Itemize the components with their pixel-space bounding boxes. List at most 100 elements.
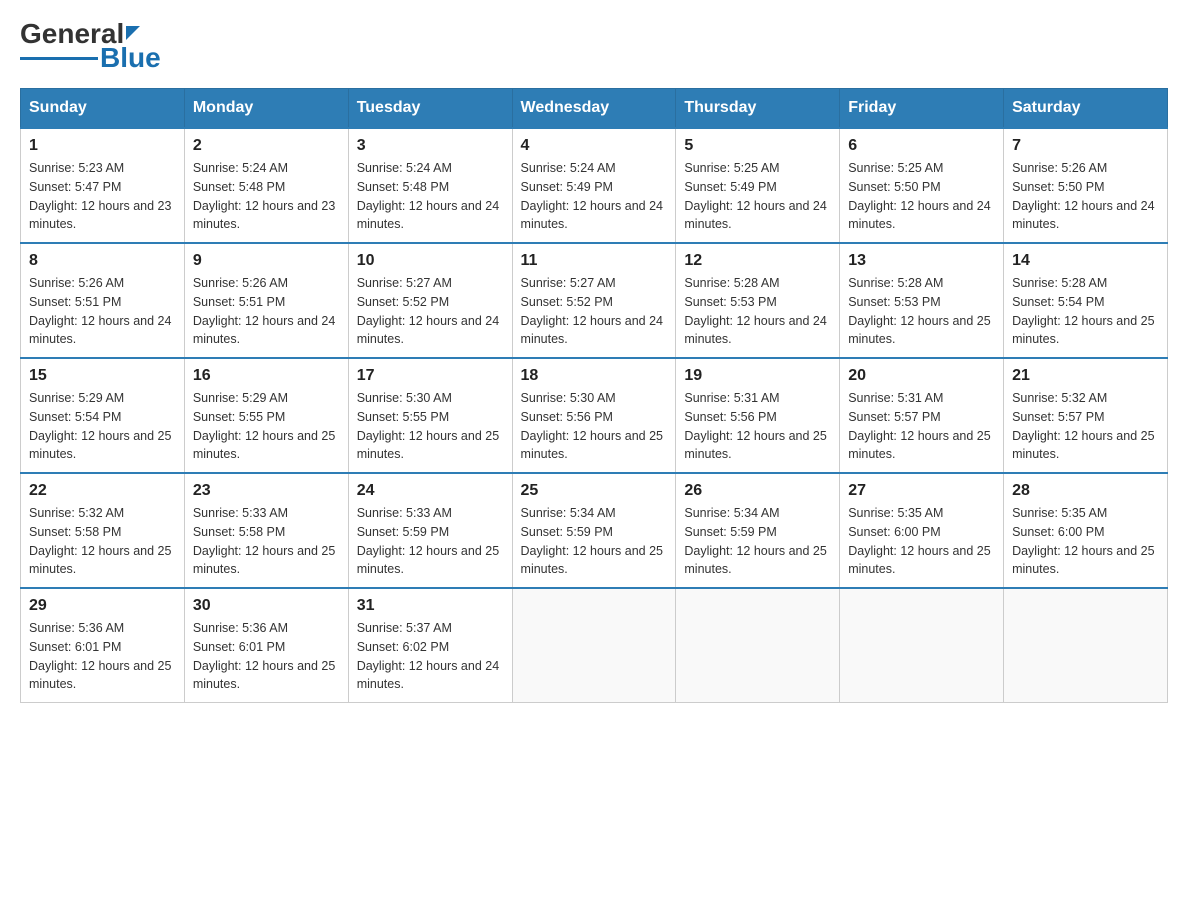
calendar-cell: 6Sunrise: 5:25 AMSunset: 5:50 PMDaylight… (840, 128, 1004, 243)
day-number: 23 (193, 482, 340, 500)
logo-text-blue: Blue (100, 44, 161, 72)
day-info: Sunrise: 5:35 AMSunset: 6:00 PMDaylight:… (848, 504, 995, 579)
day-number: 18 (521, 367, 668, 385)
day-info: Sunrise: 5:33 AMSunset: 5:58 PMDaylight:… (193, 504, 340, 579)
calendar-cell: 10 Sunrise: 5:27 AMSunset: 5:52 PMDayligh… (348, 243, 512, 358)
day-info: Sunrise: 5:26 AMSunset: 5:51 PMDaylight:… (29, 274, 176, 349)
calendar-cell: 14 Sunrise: 5:28 AMSunset: 5:54 PMDayligh… (1004, 243, 1168, 358)
day-number: 12 (684, 252, 831, 270)
calendar-cell: 17 Sunrise: 5:30 AMSunset: 5:55 PMDayligh… (348, 358, 512, 473)
calendar-week-row-1: 1 Sunrise: 5:23 AMSunset: 5:47 PMDaylight… (21, 128, 1168, 243)
day-info: Sunrise: 5:28 AMSunset: 5:53 PMDaylight:… (848, 274, 995, 349)
calendar-cell: 9 Sunrise: 5:26 AMSunset: 5:51 PMDaylight… (184, 243, 348, 358)
day-info: Sunrise: 5:33 AMSunset: 5:59 PMDaylight:… (357, 504, 504, 579)
day-number: 22 (29, 482, 176, 500)
calendar-cell: 21Sunrise: 5:32 AMSunset: 5:57 PMDayligh… (1004, 358, 1168, 473)
calendar-header-monday: Monday (184, 89, 348, 129)
day-info: Sunrise: 5:25 AMSunset: 5:50 PMDaylight:… (848, 159, 995, 234)
calendar-cell: 4 Sunrise: 5:24 AMSunset: 5:49 PMDaylight… (512, 128, 676, 243)
calendar-cell: 24 Sunrise: 5:33 AMSunset: 5:59 PMDayligh… (348, 473, 512, 588)
day-info: Sunrise: 5:28 AMSunset: 5:54 PMDaylight:… (1012, 274, 1159, 349)
calendar-cell: 2 Sunrise: 5:24 AMSunset: 5:48 PMDaylight… (184, 128, 348, 243)
calendar-cell: 23 Sunrise: 5:33 AMSunset: 5:58 PMDayligh… (184, 473, 348, 588)
calendar-header-sunday: Sunday (21, 89, 185, 129)
calendar-cell: 12Sunrise: 5:28 AMSunset: 5:53 PMDayligh… (676, 243, 840, 358)
calendar-cell (676, 588, 840, 703)
calendar-cell: 26Sunrise: 5:34 AMSunset: 5:59 PMDayligh… (676, 473, 840, 588)
calendar-cell: 13 Sunrise: 5:28 AMSunset: 5:53 PMDayligh… (840, 243, 1004, 358)
day-number: 25 (521, 482, 668, 500)
calendar-week-row-4: 22 Sunrise: 5:32 AMSunset: 5:58 PMDayligh… (21, 473, 1168, 588)
day-info: Sunrise: 5:29 AMSunset: 5:55 PMDaylight:… (193, 389, 340, 464)
day-info: Sunrise: 5:26 AMSunset: 5:50 PMDaylight:… (1012, 159, 1159, 234)
day-info: Sunrise: 5:36 AMSunset: 6:01 PMDaylight:… (29, 619, 176, 694)
day-number: 7 (1012, 137, 1159, 155)
calendar-cell: 18 Sunrise: 5:30 AMSunset: 5:56 PMDayligh… (512, 358, 676, 473)
day-info: Sunrise: 5:30 AMSunset: 5:56 PMDaylight:… (521, 389, 668, 464)
calendar-cell (512, 588, 676, 703)
day-info: Sunrise: 5:32 AMSunset: 5:57 PMDaylight:… (1012, 389, 1159, 464)
day-info: Sunrise: 5:23 AMSunset: 5:47 PMDaylight:… (29, 159, 176, 234)
day-number: 5 (684, 137, 831, 155)
day-number: 14 (1012, 252, 1159, 270)
day-info: Sunrise: 5:29 AMSunset: 5:54 PMDaylight:… (29, 389, 176, 464)
page-header: General Blue (20, 20, 1168, 72)
day-info: Sunrise: 5:34 AMSunset: 5:59 PMDaylight:… (521, 504, 668, 579)
day-info: Sunrise: 5:30 AMSunset: 5:55 PMDaylight:… (357, 389, 504, 464)
day-number: 24 (357, 482, 504, 500)
day-number: 30 (193, 597, 340, 615)
day-info: Sunrise: 5:24 AMSunset: 5:49 PMDaylight:… (521, 159, 668, 234)
calendar-header-row: SundayMondayTuesdayWednesdayThursdayFrid… (21, 89, 1168, 129)
day-number: 17 (357, 367, 504, 385)
calendar-cell: 29Sunrise: 5:36 AMSunset: 6:01 PMDayligh… (21, 588, 185, 703)
day-number: 27 (848, 482, 995, 500)
day-info: Sunrise: 5:27 AMSunset: 5:52 PMDaylight:… (357, 274, 504, 349)
calendar-cell: 19 Sunrise: 5:31 AMSunset: 5:56 PMDayligh… (676, 358, 840, 473)
day-number: 15 (29, 367, 176, 385)
calendar-cell (1004, 588, 1168, 703)
calendar-header-wednesday: Wednesday (512, 89, 676, 129)
calendar-cell: 5 Sunrise: 5:25 AMSunset: 5:49 PMDaylight… (676, 128, 840, 243)
day-info: Sunrise: 5:24 AMSunset: 5:48 PMDaylight:… (193, 159, 340, 234)
day-number: 3 (357, 137, 504, 155)
logo: General Blue (20, 20, 161, 72)
day-info: Sunrise: 5:27 AMSunset: 5:52 PMDaylight:… (521, 274, 668, 349)
day-number: 4 (521, 137, 668, 155)
calendar-cell: 1 Sunrise: 5:23 AMSunset: 5:47 PMDaylight… (21, 128, 185, 243)
calendar-cell: 25 Sunrise: 5:34 AMSunset: 5:59 PMDayligh… (512, 473, 676, 588)
calendar-header-tuesday: Tuesday (348, 89, 512, 129)
calendar-cell: 20Sunrise: 5:31 AMSunset: 5:57 PMDayligh… (840, 358, 1004, 473)
day-info: Sunrise: 5:31 AMSunset: 5:56 PMDaylight:… (684, 389, 831, 464)
day-number: 19 (684, 367, 831, 385)
day-info: Sunrise: 5:26 AMSunset: 5:51 PMDaylight:… (193, 274, 340, 349)
day-info: Sunrise: 5:35 AMSunset: 6:00 PMDaylight:… (1012, 504, 1159, 579)
day-info: Sunrise: 5:37 AMSunset: 6:02 PMDaylight:… (357, 619, 504, 694)
day-number: 9 (193, 252, 340, 270)
day-number: 26 (684, 482, 831, 500)
day-number: 20 (848, 367, 995, 385)
day-number: 10 (357, 252, 504, 270)
calendar-cell: 7 Sunrise: 5:26 AMSunset: 5:50 PMDaylight… (1004, 128, 1168, 243)
calendar-cell: 28 Sunrise: 5:35 AMSunset: 6:00 PMDayligh… (1004, 473, 1168, 588)
day-number: 1 (29, 137, 176, 155)
calendar-cell: 16 Sunrise: 5:29 AMSunset: 5:55 PMDayligh… (184, 358, 348, 473)
calendar-cell: 11 Sunrise: 5:27 AMSunset: 5:52 PMDayligh… (512, 243, 676, 358)
day-info: Sunrise: 5:24 AMSunset: 5:48 PMDaylight:… (357, 159, 504, 234)
day-number: 16 (193, 367, 340, 385)
calendar-cell: 22 Sunrise: 5:32 AMSunset: 5:58 PMDayligh… (21, 473, 185, 588)
day-info: Sunrise: 5:25 AMSunset: 5:49 PMDaylight:… (684, 159, 831, 234)
day-number: 2 (193, 137, 340, 155)
calendar-header-friday: Friday (840, 89, 1004, 129)
calendar-cell (840, 588, 1004, 703)
calendar-week-row-3: 15 Sunrise: 5:29 AMSunset: 5:54 PMDayligh… (21, 358, 1168, 473)
calendar-header-saturday: Saturday (1004, 89, 1168, 129)
day-number: 8 (29, 252, 176, 270)
day-number: 11 (521, 252, 668, 270)
day-number: 13 (848, 252, 995, 270)
calendar-cell: 15 Sunrise: 5:29 AMSunset: 5:54 PMDayligh… (21, 358, 185, 473)
calendar-header-thursday: Thursday (676, 89, 840, 129)
day-number: 28 (1012, 482, 1159, 500)
calendar-week-row-5: 29Sunrise: 5:36 AMSunset: 6:01 PMDayligh… (21, 588, 1168, 703)
day-info: Sunrise: 5:32 AMSunset: 5:58 PMDaylight:… (29, 504, 176, 579)
day-number: 31 (357, 597, 504, 615)
